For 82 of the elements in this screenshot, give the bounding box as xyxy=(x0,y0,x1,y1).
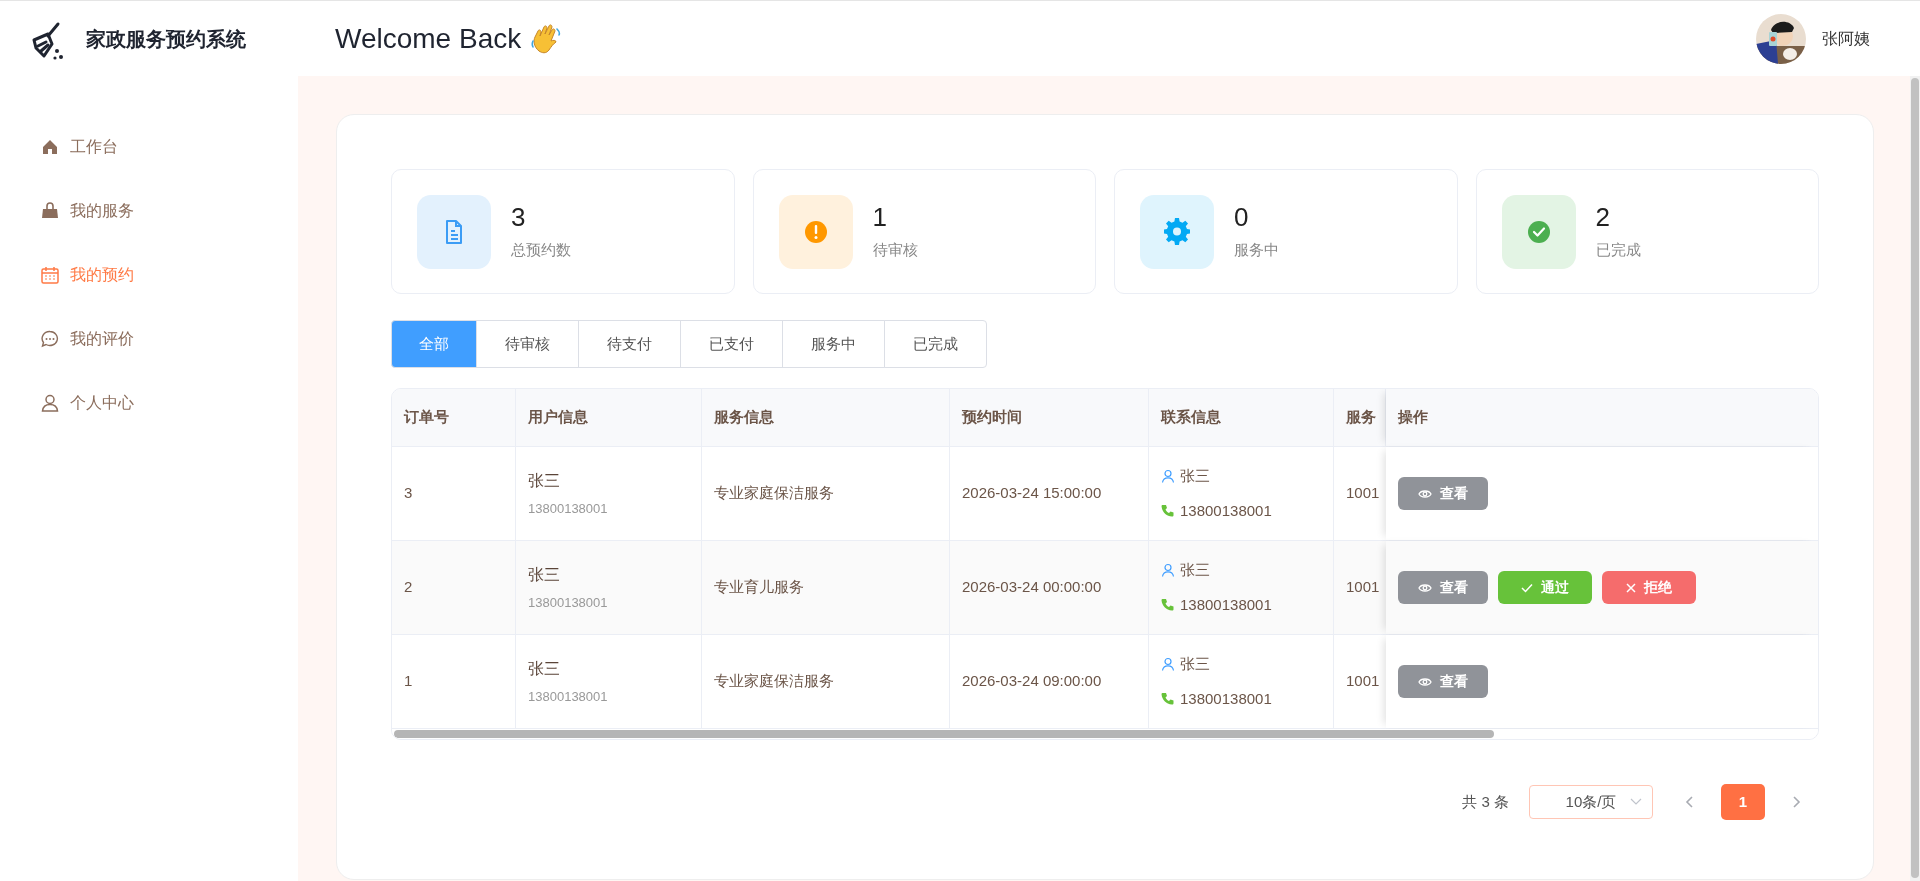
user-name: 张三 xyxy=(528,658,561,679)
service-name: 专业家庭保洁服务 xyxy=(714,483,835,504)
total-count: 共 3 条 xyxy=(1462,791,1509,812)
user-phone: 13800138001 xyxy=(528,687,609,706)
view-button[interactable]: 查看 xyxy=(1398,665,1488,698)
phone-icon xyxy=(1161,504,1174,518)
calendar-icon xyxy=(40,265,60,285)
stat-label: 已完成 xyxy=(1595,240,1641,261)
stat-value: 3 xyxy=(511,201,527,234)
contact-name: 张三 xyxy=(1180,560,1210,580)
column-header: 操作 xyxy=(1398,407,1428,428)
shopping-bag-icon xyxy=(40,201,60,221)
chevron-down-icon xyxy=(1630,798,1642,806)
user-phone: 13800138001 xyxy=(528,593,609,612)
page-button[interactable]: 1 xyxy=(1721,784,1765,820)
address: 1001 xyxy=(1346,577,1381,598)
sidebar-item[interactable]: 我的预约 xyxy=(40,256,298,294)
filter-tab[interactable]: 待支付 xyxy=(578,320,681,368)
stat-value: 2 xyxy=(1595,201,1611,234)
welcome-heading: Welcome Back xyxy=(335,21,522,56)
order-id: 3 xyxy=(404,483,414,504)
column-header: 用户信息 xyxy=(528,407,588,428)
stat-label: 总预约数 xyxy=(511,240,571,261)
stat-value: 0 xyxy=(1234,201,1250,234)
service-name: 专业育儿服务 xyxy=(714,577,805,598)
sidebar-item[interactable]: 我的服务 xyxy=(40,192,298,230)
contact-phone: 13800138001 xyxy=(1180,688,1272,709)
user-icon xyxy=(40,393,60,413)
person-icon xyxy=(1161,563,1175,578)
filter-tab[interactable]: 已完成 xyxy=(884,320,987,368)
appointment-time: 2026-03-24 15:00:00 xyxy=(962,483,1103,504)
address: 1001 xyxy=(1346,671,1381,692)
page-size-select[interactable]: 10条/页 xyxy=(1529,785,1653,819)
order-id: 1 xyxy=(404,671,414,692)
order-id: 2 xyxy=(404,577,414,598)
house-icon xyxy=(40,137,60,157)
eye-icon xyxy=(1418,676,1432,687)
reject-button[interactable]: 拒绝 xyxy=(1602,571,1696,604)
user-name[interactable]: 张阿姨 xyxy=(1822,26,1870,51)
person-icon xyxy=(1161,657,1175,672)
phone-icon xyxy=(1161,692,1174,706)
column-header: 服务信息 xyxy=(714,407,774,428)
filter-tab[interactable]: 全部 xyxy=(391,320,477,368)
app-title: 家政服务预约系统 xyxy=(86,26,246,52)
contact-name: 张三 xyxy=(1180,466,1210,486)
waving-hand-icon xyxy=(531,22,562,55)
previous-page-icon[interactable] xyxy=(1685,795,1695,809)
chat-bubble-icon xyxy=(40,329,60,349)
user-name: 张三 xyxy=(528,470,561,491)
appointment-time: 2026-03-24 09:00:00 xyxy=(962,671,1103,692)
sidebar-item[interactable]: 个人中心 xyxy=(40,384,298,422)
column-header: 联系信息 xyxy=(1161,407,1221,428)
filter-tab[interactable]: 待审核 xyxy=(476,320,579,368)
appointment-time: 2026-03-24 00:00:00 xyxy=(962,577,1103,598)
view-button[interactable]: 查看 xyxy=(1398,477,1488,510)
close-icon xyxy=(1626,582,1636,593)
stat-value: 1 xyxy=(872,201,888,234)
person-icon xyxy=(1161,469,1175,484)
stat-label: 待审核 xyxy=(872,240,918,261)
column-header: 订单号 xyxy=(404,407,449,428)
address: 1001 xyxy=(1346,483,1381,504)
service-name: 专业家庭保洁服务 xyxy=(714,671,835,692)
eye-icon xyxy=(1418,488,1432,499)
eye-icon xyxy=(1418,582,1432,593)
vertical-scrollbar[interactable] xyxy=(1910,76,1920,881)
sidebar-item[interactable]: 工作台 xyxy=(40,128,298,166)
contact-name: 张三 xyxy=(1180,654,1210,674)
column-header: 服务 xyxy=(1346,407,1376,428)
user-name: 张三 xyxy=(528,564,561,585)
phone-icon xyxy=(1161,598,1174,612)
stat-label: 服务中 xyxy=(1234,240,1279,261)
filter-tab[interactable]: 已支付 xyxy=(680,320,783,368)
next-page-icon[interactable] xyxy=(1791,795,1801,809)
filter-tab[interactable]: 服务中 xyxy=(782,320,885,368)
sidebar-item[interactable]: 我的评价 xyxy=(40,320,298,358)
horizontal-scrollbar[interactable] xyxy=(394,730,1494,738)
check-icon xyxy=(1521,582,1533,593)
user-phone: 13800138001 xyxy=(528,499,609,518)
contact-phone: 13800138001 xyxy=(1180,594,1272,615)
column-header: 预约时间 xyxy=(962,407,1022,428)
contact-phone: 13800138001 xyxy=(1180,500,1272,521)
view-button[interactable]: 查看 xyxy=(1398,571,1488,604)
